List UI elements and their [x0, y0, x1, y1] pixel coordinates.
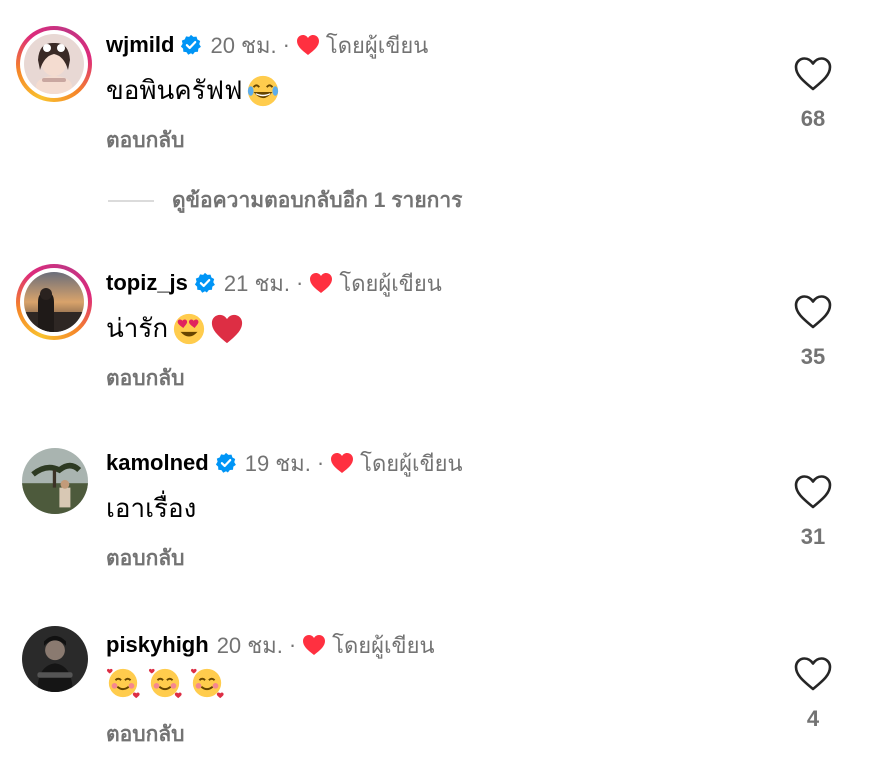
avatar	[22, 448, 88, 514]
by-author-label: โดยผู้เขียน	[325, 32, 429, 58]
comment-header: piskyhigh 20 ชม. · โดยผู้เขียน	[106, 630, 435, 660]
verified-badge-icon	[181, 34, 202, 55]
smiling-hearts-emoji	[106, 668, 140, 699]
heart-eyes-emoji	[173, 313, 205, 344]
avatar	[22, 626, 88, 692]
heart-outline-icon[interactable]	[793, 294, 833, 330]
avatar-wrapper[interactable]	[22, 448, 88, 514]
like-count: 35	[800, 344, 826, 369]
like-count: 68	[800, 106, 826, 131]
comment-time: 21 ชม.	[223, 270, 291, 296]
heart-outline-icon[interactable]	[793, 474, 833, 510]
like-count: 31	[800, 524, 826, 549]
comment-time: 20 ชม.	[210, 32, 277, 58]
verified-badge-icon	[194, 272, 215, 293]
comment-header: wjmild 20 ชม. · โดยผู้เขียน	[106, 30, 428, 60]
smiling-hearts-emoji	[148, 668, 182, 699]
reply-button[interactable]: ตอบกลับ	[106, 718, 185, 751]
by-author-label: โดยผู้เขียน	[360, 450, 463, 476]
avatar-wrapper[interactable]	[22, 626, 88, 692]
comment-text: เอาเรื่อง	[106, 488, 196, 529]
heart-outline-icon[interactable]	[793, 56, 833, 92]
comment-time: 19 ชม.	[244, 450, 311, 476]
username[interactable]: topiz_js	[106, 270, 188, 296]
comment-header: topiz_js 21 ชม. · โดยผู้เขียน	[106, 268, 442, 298]
comment-text	[106, 666, 224, 700]
verified-badge-icon	[215, 452, 236, 473]
red-heart-icon	[331, 453, 354, 473]
separator-dot: ·	[316, 450, 325, 475]
comment-body: เอาเรื่อง	[106, 493, 197, 523]
by-author-label: โดยผู้เขียน	[332, 632, 435, 658]
smiling-hearts-emoji	[190, 668, 224, 699]
comment-header: kamolned 19 ชม. · โดยผู้เขียน	[106, 448, 463, 478]
heart-outline-icon[interactable]	[793, 656, 833, 692]
reply-button[interactable]: ตอบกลับ	[106, 362, 185, 395]
comment-text: น่ารัก	[106, 308, 244, 349]
view-more-replies-button[interactable]: ดูข้อความตอบกลับอีก 1 รายการ	[108, 184, 462, 217]
avatar	[24, 34, 84, 94]
comment-body: น่ารัก	[106, 313, 169, 343]
separator-dot: ·	[288, 632, 297, 657]
like-control: 4	[790, 656, 836, 732]
view-more-replies-label: ดูข้อความตอบกลับอีก 1 รายการ	[172, 189, 463, 212]
red-heart-icon	[296, 35, 319, 55]
red-heart-icon	[310, 273, 333, 293]
divider-line	[108, 199, 154, 202]
avatar-story-ring[interactable]	[16, 26, 92, 102]
avatar-story-ring[interactable]	[16, 264, 92, 340]
by-author-label: โดยผู้เขียน	[339, 270, 442, 296]
like-control: 68	[790, 56, 836, 132]
comment-body: ขอพินครัฟฟ	[106, 75, 243, 105]
red-heart-emoji	[211, 314, 243, 343]
username[interactable]: wjmild	[106, 32, 174, 58]
reply-button[interactable]: ตอบกลับ	[106, 542, 185, 575]
comment-text: ขอพินครัฟฟ	[106, 70, 280, 111]
reply-button[interactable]: ตอบกลับ	[106, 124, 185, 157]
like-count: 4	[806, 706, 820, 731]
avatar	[24, 272, 84, 332]
joy-emoji	[248, 75, 279, 106]
like-control: 31	[790, 474, 836, 550]
like-control: 35	[790, 294, 836, 370]
username[interactable]: kamolned	[106, 450, 209, 476]
separator-dot: ·	[296, 270, 304, 295]
username[interactable]: piskyhigh	[106, 632, 209, 658]
separator-dot: ·	[282, 32, 290, 57]
red-heart-icon	[303, 635, 326, 655]
comment-time: 20 ชม.	[216, 632, 283, 658]
